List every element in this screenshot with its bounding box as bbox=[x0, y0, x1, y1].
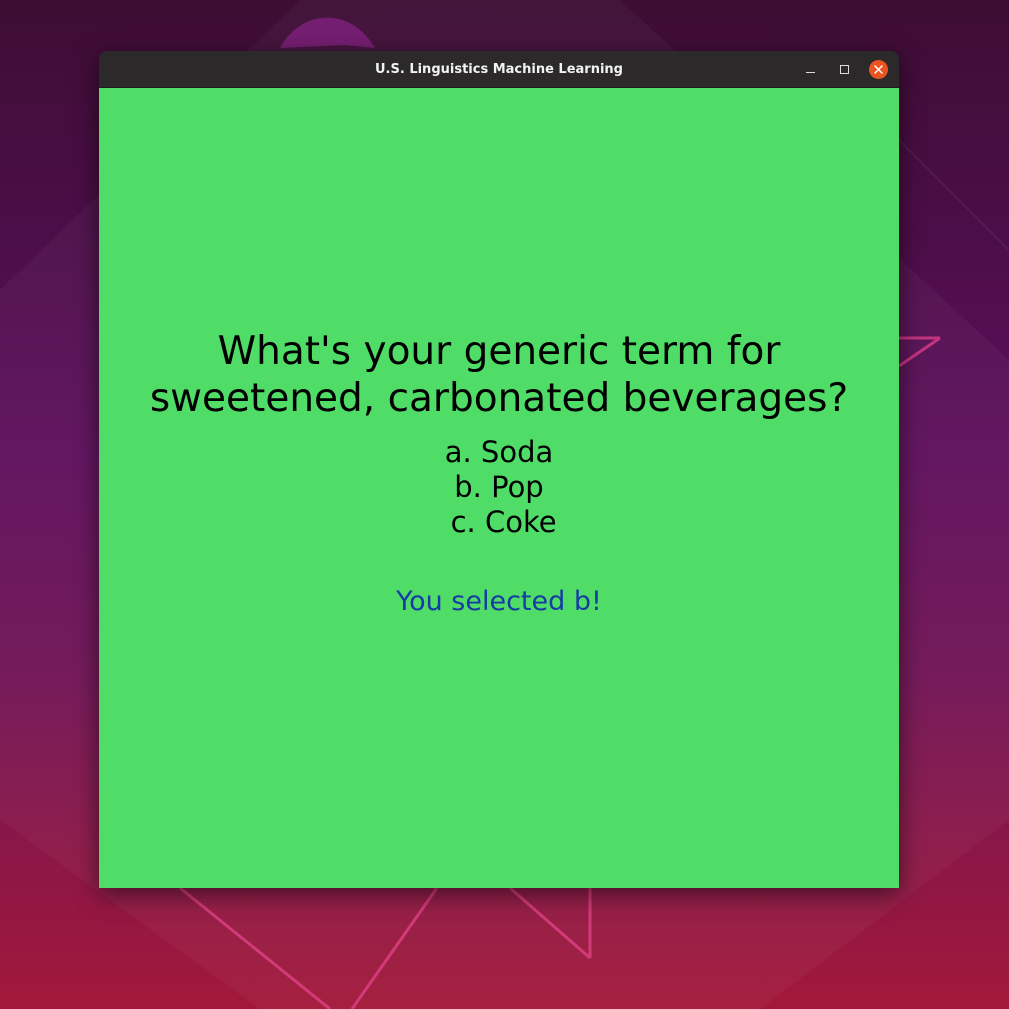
maximize-icon bbox=[840, 65, 849, 74]
option-c: c. Coke bbox=[441, 505, 557, 539]
maximize-button[interactable] bbox=[835, 60, 854, 79]
window-titlebar[interactable]: U.S. Linguistics Machine Learning bbox=[99, 51, 899, 88]
selection-message: You selected b! bbox=[396, 586, 602, 617]
option-a: a. Soda bbox=[444, 435, 554, 469]
question-line-1: What's your generic term for bbox=[217, 329, 781, 374]
answer-options: a. Soda b. Pop c. Coke bbox=[99, 435, 899, 540]
quiz-canvas: What's your generic term for sweetened, … bbox=[99, 88, 899, 888]
question-text: What's your generic term for sweetened, … bbox=[99, 328, 899, 422]
window-title: U.S. Linguistics Machine Learning bbox=[375, 62, 623, 77]
close-icon bbox=[874, 65, 883, 74]
minimize-icon bbox=[806, 72, 815, 73]
app-window: U.S. Linguistics Machine Learning What's… bbox=[99, 51, 899, 888]
minimize-button[interactable] bbox=[801, 60, 820, 79]
option-b: b. Pop bbox=[454, 470, 544, 504]
question-line-2: sweetened, carbonated beverages? bbox=[149, 376, 849, 421]
close-button[interactable] bbox=[869, 60, 888, 79]
